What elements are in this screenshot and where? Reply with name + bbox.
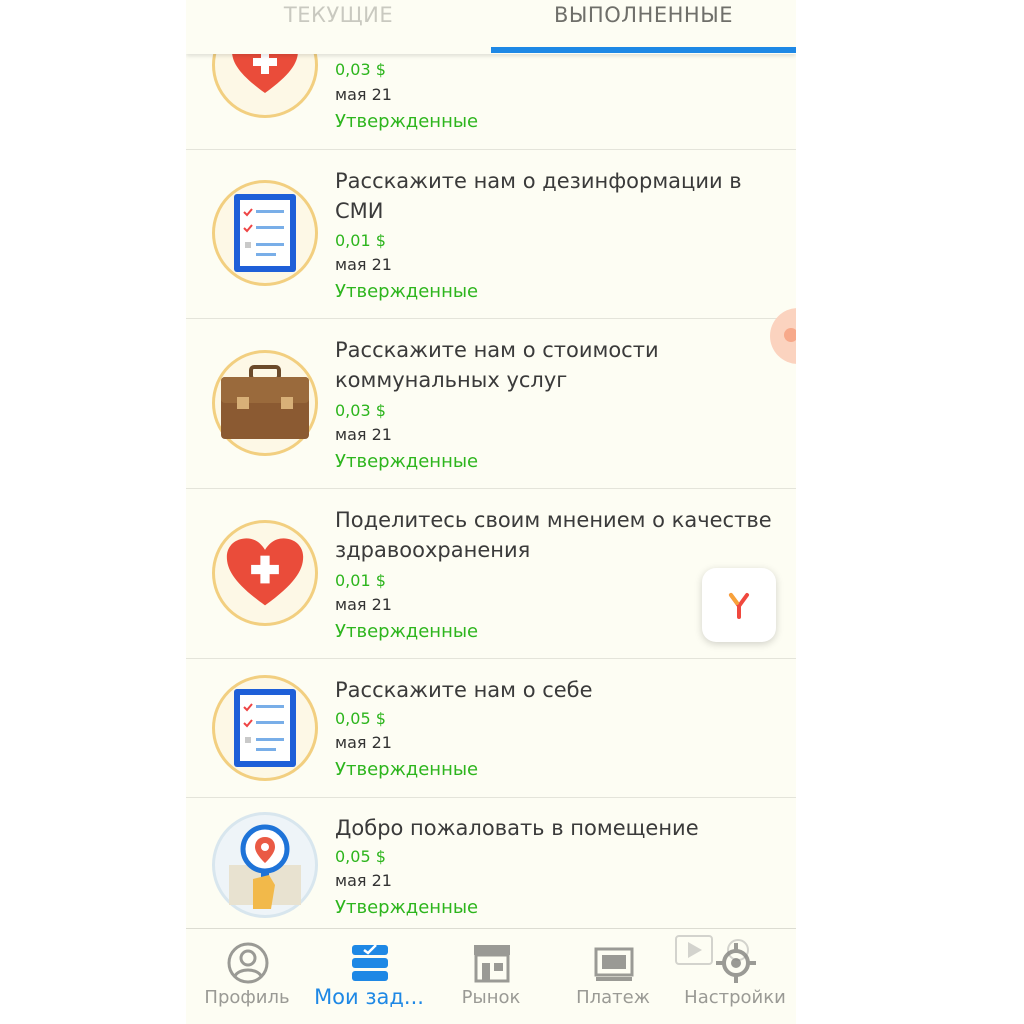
briefcase-icon (212, 350, 318, 456)
task-status: Утвержденные (335, 281, 479, 302)
task-price: 0,05 $ (335, 847, 386, 866)
video-recorder-watermark (675, 935, 749, 965)
task-title: Поделитесь своим мнением о качестве здра… (335, 508, 772, 562)
nav-label: Платеж (576, 987, 650, 1008)
tab-indicator (491, 47, 796, 53)
clipboard-icon (212, 180, 318, 286)
task-title: Добро пожаловать в помещение (335, 816, 699, 840)
tab-done[interactable]: ВЫПОЛНЕННЫЕ (491, 0, 796, 54)
task-date: мая 21 (335, 255, 392, 274)
task-item[interactable]: Расскажите нам о дезинформации в СМИ 0,0… (186, 149, 796, 319)
task-status: Утвержденные (335, 451, 479, 472)
task-status: Утвержденные (335, 111, 479, 132)
task-status: Утвержденные (335, 759, 479, 780)
clipboard-icon (212, 675, 318, 781)
heart-icon (212, 520, 318, 626)
nav-profile[interactable]: Профиль (186, 929, 308, 1024)
task-price: 0,03 $ (335, 401, 386, 420)
nav-label: Профиль (204, 987, 290, 1008)
store-icon (474, 945, 510, 983)
nav-label: Настройки (684, 987, 786, 1008)
nav-my-tasks[interactable]: Мои зад... (308, 929, 430, 1024)
task-price: 0,01 $ (335, 571, 386, 590)
nav-label: Мои зад... (314, 985, 424, 1009)
task-item[interactable]: Расскажите нам о себе 0,05 $ мая 21 Утве… (186, 659, 796, 798)
location-magnifier-icon (212, 812, 318, 918)
task-price: 0,05 $ (335, 709, 386, 728)
task-title: Расскажите нам о дезинформации в СМИ (335, 169, 742, 223)
task-item[interactable]: Добро пожаловать в помещение 0,05 $ мая … (186, 798, 796, 928)
nav-market[interactable]: Рынок (430, 929, 552, 1024)
profile-icon (227, 942, 269, 984)
task-date: мая 21 (335, 425, 392, 444)
phone-screen: 0,03 $ мая 21 Утвержденные Расскажите на… (186, 0, 796, 1024)
tab-current[interactable]: ТЕКУЩИЕ (186, 0, 491, 54)
yandex-icon[interactable] (702, 568, 776, 642)
payment-icon (594, 947, 634, 981)
task-price: 0,01 $ (335, 231, 386, 250)
task-price: 0,03 $ (335, 60, 386, 79)
task-date: мая 21 (335, 871, 392, 890)
task-date: мая 21 (335, 733, 392, 752)
task-status: Утвержденные (335, 621, 479, 642)
task-date: мая 21 (335, 595, 392, 614)
task-item[interactable]: Расскажите нам о стоимости коммунальных … (186, 319, 796, 489)
tab-bar: ТЕКУЩИЕ ВЫПОЛНЕННЫЕ (186, 0, 796, 54)
nav-payment[interactable]: Платеж (552, 929, 674, 1024)
task-date: мая 21 (335, 85, 392, 104)
task-title: Расскажите нам о себе (335, 678, 593, 702)
task-title: Расскажите нам о стоимости коммунальных … (335, 338, 659, 392)
tasks-icon (352, 944, 388, 981)
nav-label: Рынок (461, 987, 521, 1008)
task-status: Утвержденные (335, 897, 479, 918)
